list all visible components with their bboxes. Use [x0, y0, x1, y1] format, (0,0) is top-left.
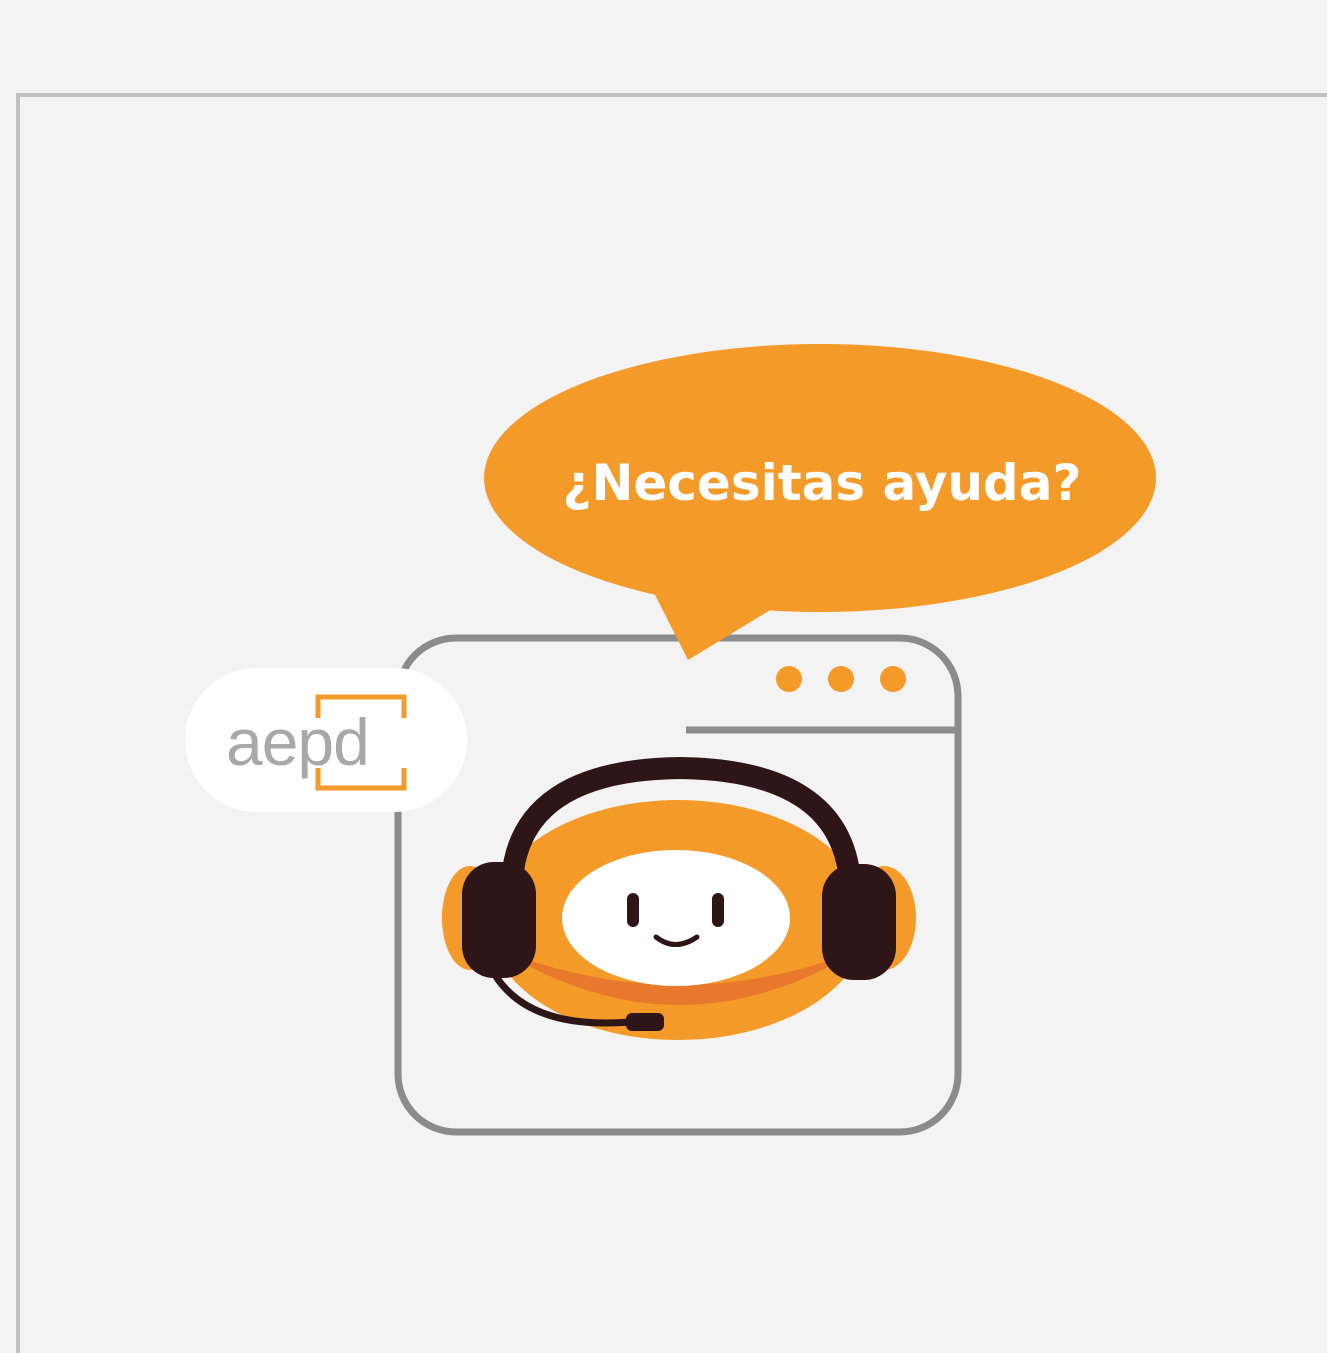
speech-bubble-text: ¿Necesitas ayuda?: [563, 454, 1082, 512]
help-illustration: ¿Necesitas ayuda? aepd: [185, 344, 1156, 1136]
speech-bubble: ¿Necesitas ayuda?: [484, 344, 1156, 660]
logo-wordmark: aepd: [226, 705, 369, 779]
help-banner: ¿Necesitas ayuda? aepd: [0, 0, 1327, 1353]
aepd-logo: aepd: [185, 668, 467, 812]
window-dots-icon: [776, 666, 906, 692]
